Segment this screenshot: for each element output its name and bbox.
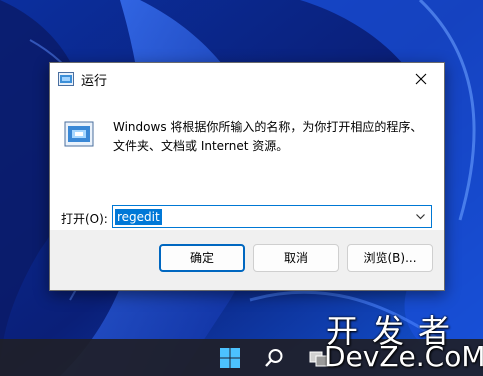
open-label: 打开(O): [61,212,108,226]
run-icon [58,71,74,86]
windows-start-icon[interactable] [219,347,241,369]
browse-button[interactable]: 浏览(B)... [347,244,433,272]
watermark: 开发者 DevZe.CoM [312,306,483,376]
chevron-down-icon[interactable] [414,210,427,223]
dialog-title: 运行 [81,74,108,89]
run-program-icon [64,120,94,148]
run-dialog: 运行 Windows 将根据你所输入的名称，为你打开相应的程序、文件夹、文档或 … [49,62,445,291]
close-icon [415,73,427,84]
open-combobox[interactable]: regedit [112,205,432,228]
dialog-description: Windows 将根据你所输入的名称，为你打开相应的程序、文件夹、文档或 Int… [113,120,423,153]
open-input-value[interactable]: regedit [115,209,162,225]
dialog-content: Windows 将根据你所输入的名称，为你打开相应的程序、文件夹、文档或 Int… [50,94,444,230]
search-icon[interactable] [263,347,285,369]
cancel-button[interactable]: 取消 [253,244,339,272]
close-button[interactable] [398,63,444,94]
dialog-footer: 确定 取消 浏览(B)... [50,230,444,290]
watermark-en: DevZe.CoM [324,340,483,373]
title-bar[interactable]: 运行 [50,63,444,94]
ok-button[interactable]: 确定 [159,244,245,272]
